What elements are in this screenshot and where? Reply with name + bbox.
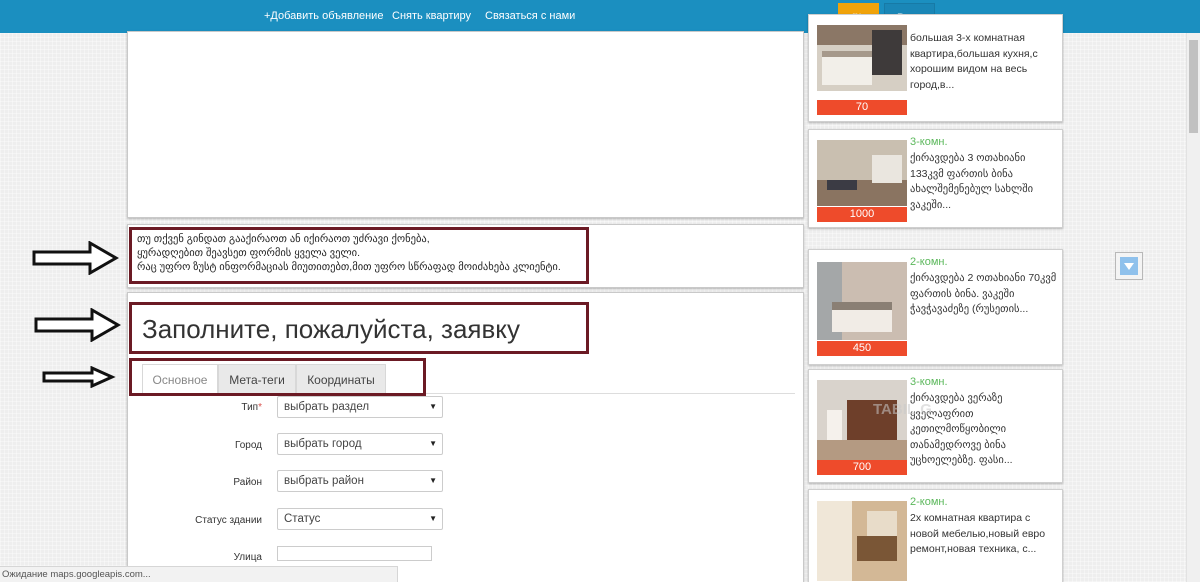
notice-line: თუ თქვენ გინდათ გააქირაოთ ან იქირაოთ უძრ… <box>137 233 430 245</box>
listing-description: 2х комнатная квартира с новой мебелью,но… <box>910 512 1046 555</box>
city-label: Город <box>234 440 262 451</box>
district-label: Район <box>233 477 262 488</box>
annotation-arrow-icon <box>42 366 116 388</box>
rent-apartment-link[interactable]: Снять квартиру <box>392 10 471 22</box>
type-label: Тип* <box>142 402 262 413</box>
listing-title: 3-комн. <box>910 136 948 148</box>
listing-card[interactable]: 2-комн. 2х комнатная квартира с новой ме… <box>808 489 1063 582</box>
district-select-value: выбрать район <box>284 475 364 487</box>
scroll-down-button[interactable] <box>1115 252 1143 280</box>
listing-title: 2-комн. <box>910 256 948 268</box>
listing-photo <box>817 262 907 340</box>
building-status-select-value: Статус <box>284 513 321 525</box>
arrow-down-icon <box>1120 257 1138 275</box>
listing-photo <box>817 501 907 581</box>
building-status-select[interactable]: Статус ▼ <box>277 508 443 530</box>
listing-photo <box>817 140 907 206</box>
caret-down-icon: ▼ <box>429 402 437 411</box>
city-select-value: выбрать город <box>284 438 362 450</box>
street-label: Улица <box>233 552 262 563</box>
listing-title: 3-комн. <box>910 376 948 388</box>
listing-card[interactable]: 70 большая 3-х комнатная квартира,больша… <box>808 14 1063 122</box>
city-select[interactable]: выбрать город ▼ <box>277 433 443 455</box>
listing-card[interactable]: 450 2-комн. ქირავდება 2 ოთახიანი 70კვმ ფ… <box>808 249 1063 365</box>
annotation-arrow-icon <box>32 241 120 275</box>
listing-photo <box>817 380 907 460</box>
listing-description: большая 3-х комнатная квартира,большая к… <box>910 32 1038 91</box>
browser-status-bar: Ожидание maps.googleapis.com... <box>0 566 398 582</box>
map-panel[interactable] <box>127 31 804 218</box>
annotation-arrow-icon <box>34 308 122 342</box>
caret-down-icon: ▼ <box>429 439 437 448</box>
district-select[interactable]: выбрать район ▼ <box>277 470 443 492</box>
price-badge: 70 <box>817 100 907 115</box>
type-select[interactable]: выбрать раздел ▼ <box>277 396 443 418</box>
type-select-value: выбрать раздел <box>284 401 370 413</box>
watermark-text: TABIL.G <box>873 401 932 418</box>
price-badge: 450 <box>817 341 907 356</box>
form-title: Заполните, пожалуйста, заявку <box>142 314 520 344</box>
notice-text: თუ თქვენ გინდათ გააქირაოთ ან იქირაოთ უძრ… <box>137 232 561 274</box>
annotation-frame <box>129 358 426 396</box>
listing-card[interactable]: 700 3-комн. ქირავდება ვერაზე ყველაფრით კ… <box>808 369 1063 483</box>
contact-us-link[interactable]: Связаться с нами <box>485 10 575 22</box>
type-label-text: Тип <box>241 402 259 413</box>
building-status-label: Статус здании <box>195 515 262 526</box>
listing-description: ქირავდება ვერაზე ყველაფრით კეთილმოწყობილ… <box>910 392 1013 466</box>
listing-description: ქირავდება 2 ოთახიანი 70კვმ ფართის ბინა. … <box>910 272 1057 315</box>
street-input[interactable] <box>277 546 432 561</box>
add-listing-link[interactable]: +Добавить объявление <box>264 10 383 22</box>
price-badge: 1000 <box>817 207 907 222</box>
price-badge: 700 <box>817 460 907 475</box>
listing-photo <box>817 25 907 91</box>
listing-title: 2-комн. <box>910 496 948 508</box>
caret-down-icon: ▼ <box>429 476 437 485</box>
notice-line: რაც უფრო ზუსტ ინფორმაციას მიუთითებთ,მით … <box>137 261 561 273</box>
scrollbar-thumb[interactable] <box>1189 40 1198 133</box>
notice-line: ყურადღებით შეავსეთ ფორმის ყველა ველი. <box>137 247 361 259</box>
required-marker: * <box>258 402 262 413</box>
caret-down-icon: ▼ <box>429 514 437 523</box>
listing-card[interactable]: 1000 3-комн. ქირავდება 3 ოთახიანი 133კვმ… <box>808 129 1063 228</box>
listing-description: ქირავდება 3 ოთახიანი 133კვმ ფართის ბინა … <box>910 152 1034 211</box>
